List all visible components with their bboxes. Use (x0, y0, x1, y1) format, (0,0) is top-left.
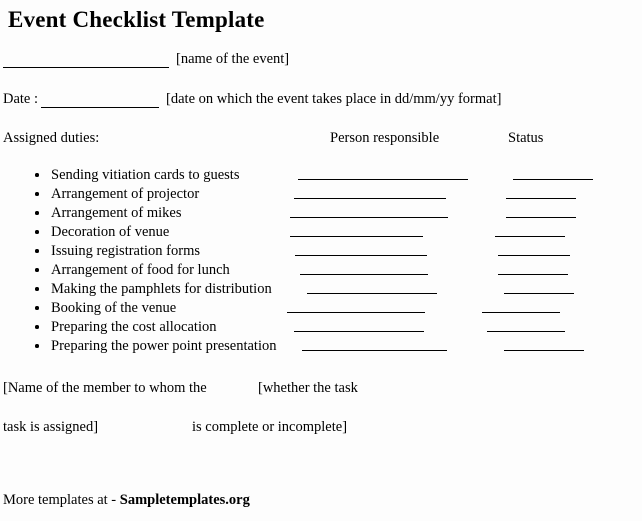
status-blank-line[interactable] (513, 166, 593, 180)
checklist-row: Arrangement of projector (0, 185, 642, 204)
person-responsible-blank-line[interactable] (290, 204, 448, 218)
bullet-icon (35, 249, 39, 253)
checklist-row: Booking of the venue (0, 299, 642, 318)
bullet-icon (35, 325, 39, 329)
status-blank-line[interactable] (487, 318, 565, 332)
status-blank-line[interactable] (506, 185, 576, 199)
assigned-duties-header: Assigned duties: (3, 130, 100, 146)
column-header-row: Assigned duties: Person responsible Stat… (0, 129, 642, 149)
duty-label: Preparing the cost allocation (51, 319, 217, 335)
status-note-line-2: is complete or incomplete] (192, 419, 348, 435)
duty-label: Making the pamphlets for distribution (51, 281, 272, 297)
bullet-icon (35, 192, 39, 196)
bullet-icon (35, 268, 39, 272)
person-responsible-blank-line[interactable] (302, 337, 447, 351)
date-hint: [date on which the event takes place in … (166, 91, 502, 107)
checklist-row: Issuing registration forms (0, 242, 642, 261)
person-responsible-blank-line[interactable] (300, 261, 428, 275)
checklist-row: Preparing the cost allocation (0, 318, 642, 337)
status-header: Status (508, 130, 544, 146)
date-blank-line[interactable] (41, 94, 160, 108)
footer-brand-link[interactable]: Sampletemplates.org (120, 492, 250, 508)
checklist-row: Sending vitiation cards to guests (0, 166, 642, 185)
event-name-hint: [name of the event] (176, 51, 290, 67)
checklist: Sending vitiation cards to guests Arrange… (0, 166, 642, 356)
event-name-row: [name of the event] (3, 50, 289, 68)
person-responsible-blank-line[interactable] (295, 242, 427, 256)
page-title: Event Checklist Template (8, 7, 265, 32)
person-responsible-blank-line[interactable] (290, 223, 423, 237)
bullet-icon (35, 344, 39, 348)
checklist-row: Making the pamphlets for distribution (0, 280, 642, 299)
person-responsible-blank-line[interactable] (307, 280, 437, 294)
status-blank-line[interactable] (498, 242, 570, 256)
event-name-blank-line[interactable] (3, 54, 169, 68)
duty-label: Arrangement of food for lunch (51, 262, 230, 278)
person-note-line-1: [Name of the member to whom the (3, 380, 207, 396)
bullet-icon (35, 230, 39, 234)
duty-label: Preparing the power point presentation (51, 338, 277, 354)
status-blank-line[interactable] (506, 204, 576, 218)
status-blank-line[interactable] (504, 337, 584, 351)
duty-label: Issuing registration forms (51, 243, 201, 259)
checklist-row: Preparing the power point presentation (0, 337, 642, 356)
bullet-icon (35, 287, 39, 291)
status-blank-line[interactable] (504, 280, 574, 294)
duty-label: Arrangement of mikes (51, 205, 182, 221)
checklist-row: Decoration of venue (0, 223, 642, 242)
status-blank-line[interactable] (498, 261, 568, 275)
person-responsible-blank-line[interactable] (298, 166, 468, 180)
person-responsible-blank-line[interactable] (294, 185, 446, 199)
checklist-row: Arrangement of food for lunch (0, 261, 642, 280)
document-page: Event Checklist Template [name of the ev… (0, 0, 642, 521)
checklist-row: Arrangement of mikes (0, 204, 642, 223)
date-row: Date : [date on which the event takes pla… (3, 90, 501, 108)
bullet-icon (35, 306, 39, 310)
bullet-icon (35, 211, 39, 215)
footer: More templates at - Sampletemplates.org (3, 491, 250, 509)
status-note-line-1: [whether the task (258, 380, 358, 396)
duty-label: Arrangement of projector (51, 186, 200, 202)
person-responsible-header: Person responsible (330, 130, 440, 146)
duty-label: Sending vitiation cards to guests (51, 167, 240, 183)
person-responsible-blank-line[interactable] (294, 318, 424, 332)
duty-label: Decoration of venue (51, 224, 170, 240)
status-blank-line[interactable] (495, 223, 565, 237)
status-blank-line[interactable] (482, 299, 560, 313)
date-label: Date : (3, 91, 39, 107)
person-note-line-2: task is assigned] (3, 419, 99, 435)
person-responsible-blank-line[interactable] (287, 299, 425, 313)
bullet-icon (35, 173, 39, 177)
footer-prefix: More templates at - (3, 492, 120, 508)
duty-label: Booking of the venue (51, 300, 177, 316)
